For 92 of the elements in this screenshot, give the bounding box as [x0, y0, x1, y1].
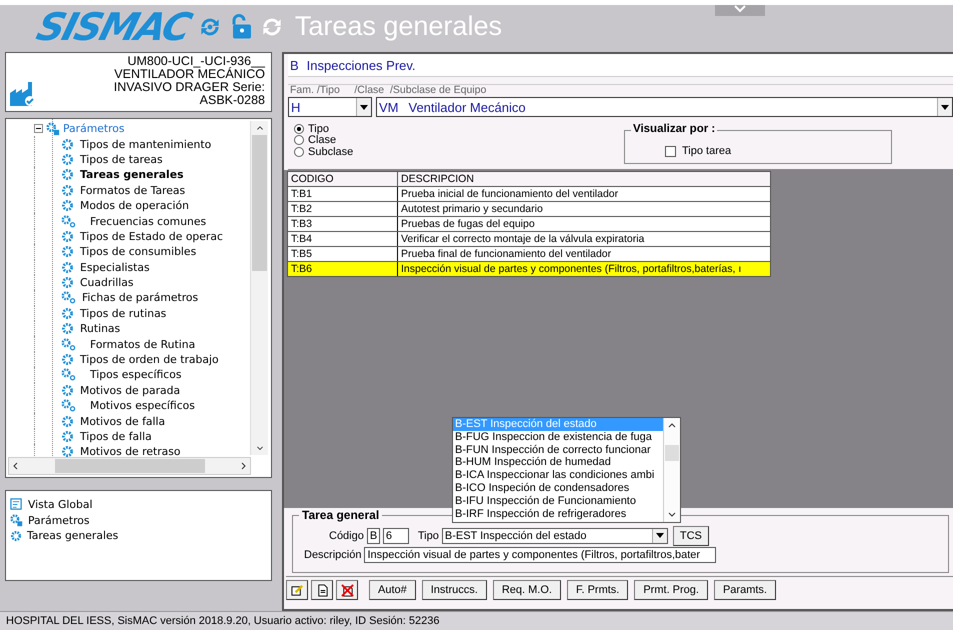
- scrollbar-thumb[interactable]: [54, 459, 204, 473]
- gear-icon: [61, 245, 74, 258]
- code-prefix-field[interactable]: B: [366, 528, 380, 544]
- horizontal-scrollbar[interactable]: [8, 457, 251, 475]
- gear-icon: [61, 184, 74, 197]
- category-field[interactable]: B Inspecciones Prev.: [288, 54, 953, 77]
- filter-legend: Fam. /Tipo /Clase /Subclase de Equipo: [288, 84, 953, 96]
- gears-icon: [61, 338, 76, 351]
- radio-option[interactable]: Tipo: [294, 123, 624, 134]
- equipment-text: ASBK-0288: [200, 94, 265, 107]
- equipment-text: UM800-UCI_-UCI-936__: [127, 55, 265, 68]
- gear-icon: [10, 530, 22, 542]
- gears-icon: [61, 291, 76, 304]
- field-label: Código: [329, 530, 364, 542]
- equipment-text: INVASIVO DRAGER Serie:: [114, 81, 265, 94]
- gear-icon: [61, 430, 74, 443]
- gears-icon: [46, 122, 60, 136]
- document-icon: [316, 584, 328, 596]
- collapse-icon[interactable]: [34, 124, 43, 134]
- page-title: Tareas generales: [294, 11, 502, 42]
- app-logo: SISMAC: [32, 5, 195, 48]
- action-button[interactable]: Auto#: [369, 580, 416, 600]
- navigation-item[interactable]: Tareas generales: [10, 528, 267, 544]
- dropdown-icon[interactable]: [360, 104, 368, 110]
- chevron-icon: [734, 5, 746, 13]
- dropdown-icon[interactable]: [656, 533, 664, 538]
- gears-icon: [61, 214, 76, 228]
- navigation-item[interactable]: Parámetros: [10, 512, 267, 528]
- gear-icon: [61, 445, 74, 457]
- gear-icon: [61, 230, 74, 243]
- edit-button[interactable]: [286, 580, 308, 600]
- dropdown-option[interactable]: B-ICA Inspeccionar las condiciones ambi: [453, 469, 663, 482]
- dropdown-option[interactable]: B-HUM Inspección de humedad: [453, 456, 663, 470]
- tcs-button[interactable]: TCS: [672, 526, 709, 546]
- action-button[interactable]: Paramts.: [714, 580, 776, 600]
- radio-icon[interactable]: [294, 135, 304, 146]
- family-select[interactable]: H: [288, 97, 372, 117]
- delete-button[interactable]: [336, 580, 358, 600]
- type-select[interactable]: B-EST Inspección del estado: [442, 528, 668, 544]
- equipment-text: VENTILADOR MECÁNICO: [114, 68, 265, 81]
- gear-icon: [61, 168, 74, 182]
- gear-icon: [61, 152, 74, 166]
- gear-icon: [61, 384, 74, 397]
- type-select[interactable]: VM Ventilador Mecánico: [376, 97, 953, 117]
- gear-icon: [61, 276, 74, 290]
- field-label: Tipo: [418, 530, 439, 542]
- tree-node[interactable]: Parámetros: [34, 121, 250, 136]
- dropdown-option[interactable]: B-ICO Inspeción de condensadores: [453, 482, 663, 495]
- column-header: DESCRIPCION: [398, 172, 770, 186]
- table-row[interactable]: T:B6 Inspección visual de partes y componentes (Filtros, portafiltros,baterías, ı: [288, 262, 770, 276]
- gear-icon: [61, 138, 74, 151]
- list-icon: [10, 498, 23, 512]
- list-scrollbar[interactable]: [663, 418, 680, 522]
- gears-icon: [61, 399, 76, 412]
- dropdown-icon[interactable]: [941, 104, 949, 110]
- radio-option[interactable]: Subclase: [294, 146, 624, 158]
- scrollbar-thumb[interactable]: [665, 445, 679, 461]
- new-button[interactable]: [311, 580, 333, 600]
- factory-icon: [9, 79, 37, 107]
- group-title: Visualizar por :: [631, 123, 718, 135]
- form-title: Tarea general: [299, 508, 382, 522]
- vertical-scrollbar[interactable]: [250, 121, 268, 455]
- radio-icon[interactable]: [294, 124, 304, 134]
- description-field[interactable]: Inspección visual de partes y componentes (Filtros, portafiltros,bater: [364, 546, 716, 562]
- action-button[interactable]: F. Prmts.: [566, 580, 628, 600]
- action-button[interactable]: Req. M.O.: [492, 580, 561, 600]
- column-header: CODIGO: [288, 172, 398, 186]
- gear-icon: [61, 414, 74, 428]
- gear-icon: [61, 199, 74, 212]
- radio-option[interactable]: Clase: [294, 134, 624, 146]
- gears-icon: [61, 368, 76, 382]
- radio-icon[interactable]: [294, 146, 304, 157]
- gear-icon: [61, 353, 74, 366]
- checkbox-option[interactable]: Tipo tarea: [665, 145, 891, 157]
- delete-icon: [340, 584, 354, 596]
- gear-icon: [61, 306, 74, 320]
- dropdown-option[interactable]: B-FUN Inspección de correcto funcionar: [453, 444, 663, 456]
- code-number-field[interactable]: 6: [382, 528, 409, 544]
- status-bar: HOSPITAL DEL IESS, SisMAC versión 2018.9.20, Usuario activo: riley, ID Sesión: 52236: [0, 611, 953, 630]
- checkbox[interactable]: [665, 146, 676, 156]
- action-button[interactable]: Instruccs.: [422, 580, 487, 600]
- dropdown-option[interactable]: B-IRF Inspección de refrigeradores: [453, 508, 663, 520]
- dropdown-option[interactable]: B-IFU Inspección de Funcionamiento: [453, 494, 663, 508]
- gear-icon: [61, 260, 74, 274]
- field-label: Descripción: [304, 548, 362, 560]
- action-button[interactable]: Prmt. Prog.: [634, 580, 708, 600]
- gears-icon: [10, 514, 23, 527]
- edit-icon: [290, 584, 304, 596]
- scrollbar-thumb[interactable]: [252, 135, 267, 271]
- gear-icon: [61, 322, 74, 336]
- navigation-item[interactable]: Vista Global: [10, 497, 267, 512]
- dropdown-option[interactable]: B-FUG Inspeccion de existencia de fuga: [453, 430, 663, 444]
